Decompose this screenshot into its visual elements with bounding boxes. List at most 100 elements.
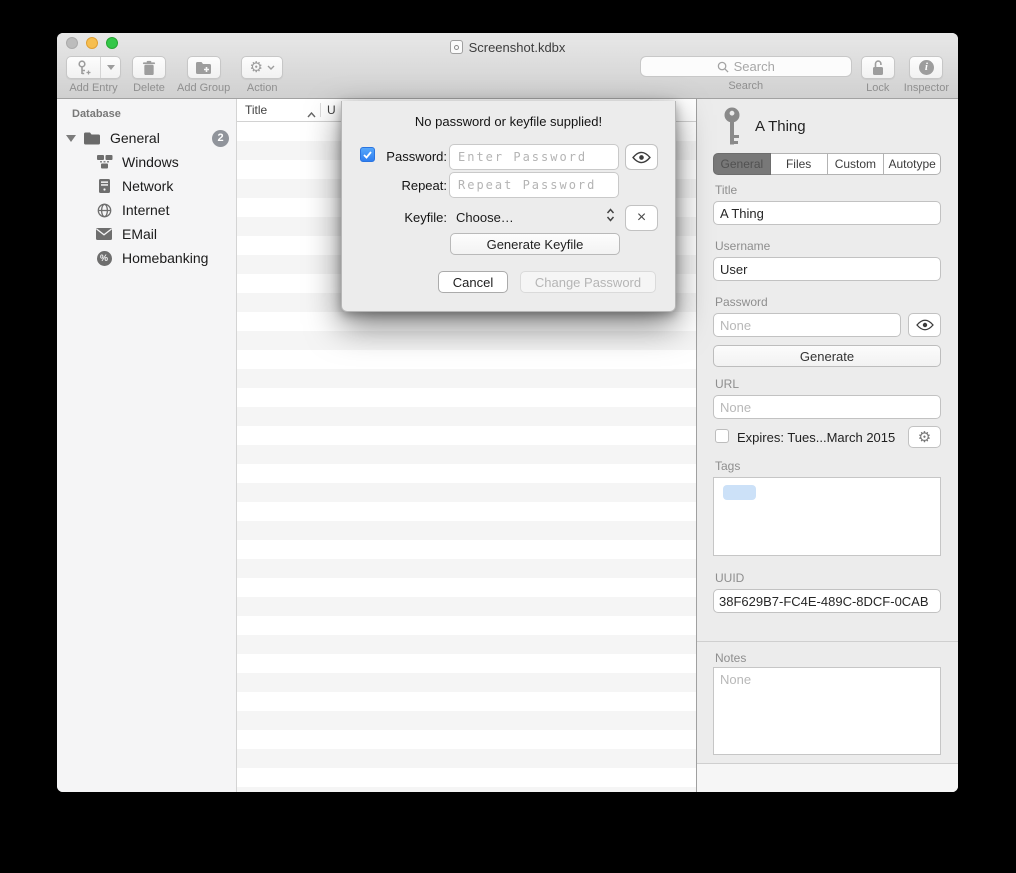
sidebar-item-label: Internet (122, 202, 169, 218)
add-group-label: Add Group (177, 83, 230, 94)
add-entry-toolbar-item: Add Entry (66, 56, 121, 94)
column-header-username[interactable]: U (327, 103, 336, 117)
window-title: Screenshot.kdbx (469, 40, 566, 55)
tab-custom[interactable]: Custom (828, 153, 885, 175)
tags-field[interactable] (713, 477, 941, 556)
sidebar-item-email[interactable]: EMail (57, 223, 236, 245)
inspector-toolbar-item: i Inspector (904, 56, 949, 94)
lock-label: Lock (866, 83, 889, 94)
add-entry-dropdown-button[interactable] (100, 57, 120, 78)
sheet-password-label: Password: (375, 149, 447, 164)
delete-toolbar-item: Delete (132, 56, 166, 94)
add-group-button[interactable] (187, 56, 221, 79)
sheet-password-input[interactable] (449, 144, 619, 170)
search-placeholder: Search (734, 59, 775, 74)
expires-label: Expires: Tues...March 2015 (737, 430, 895, 445)
tag-token[interactable] (723, 485, 756, 500)
clear-keyfile-button[interactable]: × (625, 205, 658, 231)
sidebar-item-windows[interactable]: Windows (57, 151, 236, 173)
username-field-label: Username (715, 239, 770, 253)
action-label: Action (247, 83, 278, 94)
toolbar-left: Add Entry Delete (66, 56, 283, 94)
sidebar-item-label: Network (122, 178, 173, 194)
column-header-title[interactable]: Title (245, 103, 267, 117)
sidebar-item-network[interactable]: Network (57, 175, 236, 197)
title-field[interactable] (713, 201, 941, 225)
lock-icon (871, 59, 885, 76)
gear-icon: ⚙ (249, 60, 262, 75)
inspector-button[interactable]: i (909, 56, 943, 79)
window-header: Screenshot.kdbx Add Entry (57, 33, 958, 99)
sidebar-item-internet[interactable]: Internet (57, 199, 236, 221)
stepper-icon[interactable] (606, 207, 615, 228)
tab-general[interactable]: General (713, 153, 771, 175)
sheet-reveal-password-button[interactable] (625, 144, 658, 170)
uuid-field[interactable] (713, 589, 941, 613)
server-icon (95, 179, 113, 193)
toolbar-right: Search Search Lock i Inspector (640, 56, 949, 94)
change-password-sheet: No password or keyfile supplied! Passwor… (341, 101, 676, 312)
notes-field[interactable] (713, 667, 941, 755)
tab-files[interactable]: Files (771, 153, 828, 175)
username-field[interactable] (713, 257, 941, 281)
entry-title: A Thing (755, 118, 806, 135)
sidebar: Database General 2 Windows (57, 99, 237, 792)
password-enabled-checkbox[interactable] (360, 147, 375, 162)
desktop: { "window": { "title": "Screenshot.kdbx"… (0, 0, 1016, 873)
lock-toolbar-item: Lock (861, 56, 895, 94)
checkmark-icon (363, 151, 372, 159)
url-field[interactable] (713, 395, 941, 419)
sheet-keyfile-label: Keyfile: (375, 210, 447, 225)
lock-button[interactable] (861, 56, 895, 79)
key-icon (721, 107, 743, 150)
chevron-down-icon (267, 65, 275, 70)
uuid-field-label: UUID (715, 571, 744, 585)
gear-icon: ⚙ (918, 430, 931, 445)
key-plus-icon (76, 60, 91, 76)
reveal-password-button[interactable] (908, 313, 941, 337)
sidebar-item-label: EMail (122, 226, 157, 242)
generate-password-button[interactable]: Generate (713, 345, 941, 367)
cancel-button[interactable]: Cancel (438, 271, 508, 293)
sheet-repeat-input[interactable] (449, 172, 619, 198)
inspector-footer (697, 763, 958, 792)
sheet-message: No password or keyfile supplied! (342, 114, 675, 129)
sidebar-section-header: Database (72, 108, 121, 120)
change-password-button[interactable]: Change Password (520, 271, 656, 293)
folder-plus-icon (195, 61, 212, 75)
add-entry-button[interactable] (67, 57, 100, 78)
search-toolbar-item: Search Search (640, 56, 852, 94)
percent-icon: % (95, 251, 113, 266)
url-field-label: URL (715, 377, 739, 391)
expires-checkbox[interactable] (715, 429, 729, 443)
search-input[interactable]: Search (640, 56, 852, 77)
title-field-label: Title (715, 183, 737, 197)
notes-section-divider (697, 641, 958, 642)
action-toolbar-item: ⚙ Action (241, 56, 283, 94)
folder-icon (83, 132, 101, 145)
add-entry-label: Add Entry (69, 83, 117, 94)
sidebar-item-general[interactable]: General 2 (57, 127, 236, 149)
password-field[interactable] (713, 313, 901, 337)
add-group-toolbar-item: Add Group (177, 56, 230, 94)
globe-icon (95, 203, 113, 218)
window-title-area: Screenshot.kdbx (57, 37, 958, 57)
tags-field-label: Tags (715, 459, 740, 473)
column-divider[interactable] (320, 103, 321, 117)
sidebar-item-homebanking[interactable]: % Homebanking (57, 247, 236, 269)
disclosure-triangle-icon[interactable] (66, 135, 76, 142)
expires-settings-button[interactable]: ⚙ (908, 426, 941, 448)
keyfile-popup-button[interactable]: Choose… (456, 210, 514, 225)
password-field-label: Password (715, 295, 768, 309)
delete-button[interactable] (132, 56, 166, 79)
action-button[interactable]: ⚙ (241, 56, 283, 79)
generate-keyfile-button[interactable]: Generate Keyfile (450, 233, 620, 255)
inspector-label: Inspector (904, 83, 949, 94)
sidebar-item-label: General (110, 130, 160, 146)
eye-icon (632, 151, 651, 164)
chevron-down-icon (107, 65, 115, 70)
inspector-panel: A Thing General Files Custom Autotype Ti… (696, 99, 958, 792)
windows-icon (95, 155, 113, 169)
tab-autotype[interactable]: Autotype (884, 153, 941, 175)
document-proxy-icon (450, 40, 463, 54)
